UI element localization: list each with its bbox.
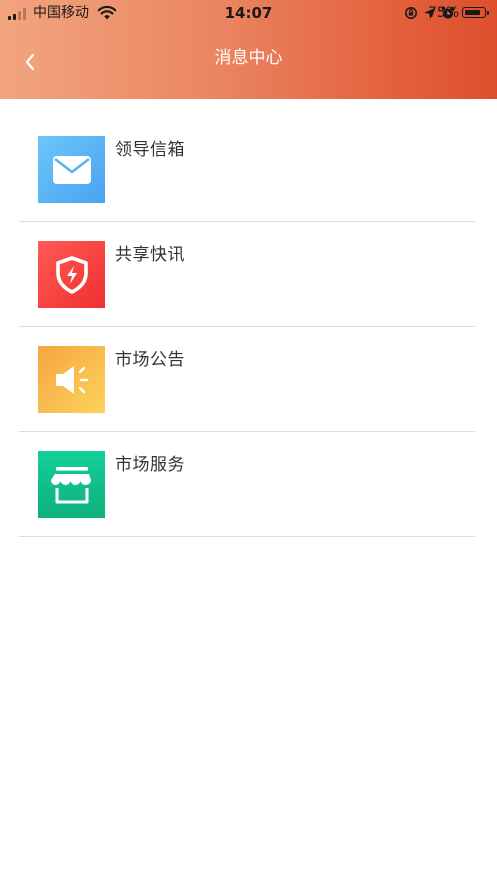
- battery-icon: [462, 7, 489, 18]
- menu-list: 领导信箱 共享快讯 市场公告 市场服务: [19, 118, 475, 538]
- menu-item-market-service[interactable]: 市场服务: [19, 433, 475, 537]
- mail-icon: [38, 136, 105, 203]
- header: 中国移动 14:07 75% 消息中心: [0, 0, 497, 99]
- menu-item-label: 共享快讯: [115, 245, 185, 265]
- shield-bolt-icon: [38, 241, 105, 308]
- menu-item-label: 市场服务: [115, 455, 185, 475]
- megaphone-icon: [38, 346, 105, 413]
- menu-item-market-announcement[interactable]: 市场公告: [19, 328, 475, 432]
- orientation-lock-icon: [405, 7, 417, 19]
- menu-item-leader-mailbox[interactable]: 领导信箱: [19, 118, 475, 222]
- menu-item-shared-news[interactable]: 共享快讯: [19, 223, 475, 327]
- battery-percent: 75%: [428, 5, 460, 21]
- menu-item-label: 领导信箱: [115, 140, 185, 160]
- page-title: 消息中心: [214, 48, 283, 68]
- menu-item-label: 市场公告: [115, 350, 185, 370]
- status-bar: 中国移动 14:07 75%: [0, 0, 497, 26]
- storefront-icon: [38, 451, 105, 518]
